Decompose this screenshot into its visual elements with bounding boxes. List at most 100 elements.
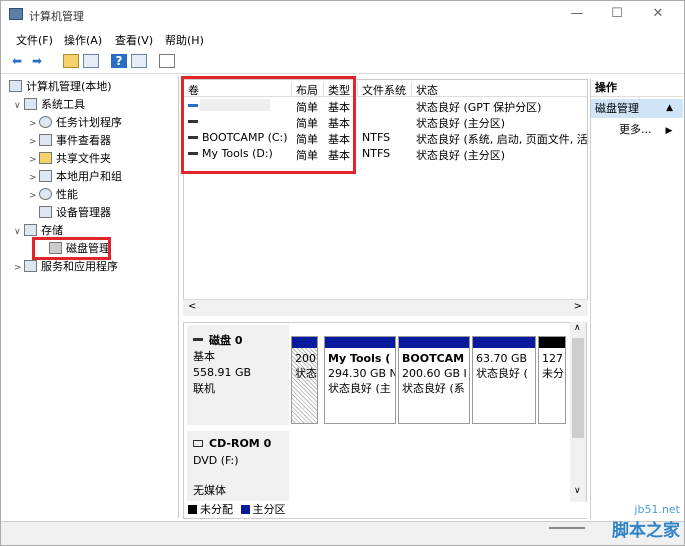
computer-icon bbox=[9, 80, 22, 92]
partition-bootcamp[interactable]: BOOTCAM 200.60 GB I 状态良好 (系 bbox=[398, 336, 470, 424]
col-filesystem[interactable]: 文件系统 bbox=[358, 82, 412, 97]
watermark-site: jb51.net bbox=[634, 503, 680, 516]
maximize-button[interactable]: ☐ bbox=[597, 1, 637, 29]
tree-task-scheduler-label: 任务计划程序 bbox=[56, 116, 122, 129]
chevron-right-icon[interactable]: > bbox=[29, 133, 39, 151]
scroll-right-icon[interactable]: > bbox=[574, 301, 582, 312]
tree-performance[interactable]: > 性能 bbox=[29, 186, 78, 204]
tree-system-tools[interactable]: ∨ 系统工具 bbox=[14, 96, 85, 114]
volume-list-header: 卷 布局 类型 文件系统 状态 bbox=[184, 80, 587, 97]
col-status[interactable]: 状态 bbox=[412, 82, 587, 97]
tree-system-tools-label: 系统工具 bbox=[41, 98, 85, 111]
disk0-size: 558.91 GB bbox=[193, 366, 252, 379]
status-divider bbox=[549, 527, 585, 529]
watermark-name: 脚本之家 bbox=[612, 521, 680, 541]
menu-help[interactable]: 帮助(H) bbox=[165, 32, 204, 48]
navigation-tree: 计算机管理(本地) ∨ 系统工具 > 任务计划程序 > 事件查看器 > 共享文件夹 > 本… bbox=[4, 76, 179, 518]
clock-icon bbox=[39, 116, 52, 128]
back-arrow-icon[interactable]: ⬅ bbox=[9, 54, 25, 68]
window-title: 计算机管理 bbox=[29, 10, 84, 23]
actions-more[interactable]: 更多... ▶ bbox=[619, 122, 672, 139]
partition-my-tools[interactable]: My Tools (294.30 GB N 状态良好 (主 bbox=[324, 336, 396, 424]
show-hide-tree-icon[interactable] bbox=[83, 54, 99, 68]
partition-recovery[interactable]: 63.70 GB 状态良好 ( bbox=[472, 336, 536, 424]
actions-disk-management[interactable]: 磁盘管理 ▲ bbox=[591, 99, 683, 118]
properties-icon[interactable] bbox=[131, 54, 147, 68]
disk-icon bbox=[193, 338, 203, 341]
table-row[interactable]: My Tools (D:) 简单 基本 NTFS 状态良好 (主分区) bbox=[184, 146, 587, 162]
unallocated-swatch bbox=[188, 505, 197, 514]
watermark: jb51.net 脚本之家 bbox=[612, 503, 680, 541]
tree-task-scheduler[interactable]: > 任务计划程序 bbox=[29, 114, 122, 132]
actions-pane: 操作 磁盘管理 ▲ 更多... ▶ bbox=[590, 79, 683, 519]
scroll-down-icon[interactable]: ∨ bbox=[574, 486, 581, 496]
volume-layout: 简单 bbox=[296, 101, 318, 114]
collapse-triangle-icon[interactable]: ▲ bbox=[666, 99, 673, 118]
chevron-right-icon[interactable]: > bbox=[14, 259, 24, 277]
tree-root-label: 计算机管理(本地) bbox=[26, 80, 112, 93]
status-bar bbox=[1, 521, 684, 545]
volume-status: 状态良好 (系统, 启动, 页面文件, 活动 bbox=[416, 133, 588, 146]
volume-icon bbox=[188, 136, 198, 139]
scroll-left-icon[interactable]: < bbox=[188, 301, 196, 312]
tree-shared-folders-label: 共享文件夹 bbox=[56, 152, 111, 165]
cdrom-label[interactable]: CD-ROM 0 DVD (F:) 无媒体 bbox=[187, 431, 289, 501]
menu-file[interactable]: 文件(F) bbox=[16, 32, 53, 48]
partition-status: 状态良好 (主 bbox=[328, 382, 391, 395]
col-layout[interactable]: 布局 bbox=[292, 82, 324, 97]
device-manager-icon bbox=[39, 206, 52, 218]
chevron-down-icon[interactable]: ∨ bbox=[14, 97, 24, 115]
tree-device-manager[interactable]: 设备管理器 bbox=[39, 204, 111, 222]
minimize-button[interactable]: — bbox=[557, 1, 597, 29]
partition-unallocated[interactable]: 127 未分 bbox=[538, 336, 566, 424]
col-volume[interactable]: 卷 bbox=[184, 82, 292, 97]
volume-type: 基本 bbox=[328, 133, 350, 146]
vertical-scrollbar[interactable]: ∧ ∨ bbox=[570, 322, 586, 518]
volume-name bbox=[200, 99, 270, 111]
horizontal-scrollbar[interactable]: < > bbox=[183, 299, 588, 316]
primary-swatch bbox=[240, 505, 250, 514]
tree-shared-folders[interactable]: > 共享文件夹 bbox=[29, 150, 111, 168]
cdrom-icon bbox=[193, 440, 203, 447]
forward-arrow-icon[interactable]: ➡ bbox=[29, 54, 45, 68]
scroll-thumb[interactable] bbox=[572, 338, 584, 438]
disk0-kind: 基本 bbox=[193, 350, 215, 363]
computer-management-icon bbox=[9, 8, 23, 20]
console-icon[interactable] bbox=[159, 54, 175, 68]
tree-storage[interactable]: ∨ 存储 bbox=[14, 222, 63, 240]
partition-small[interactable]: 200 状态 bbox=[291, 336, 318, 424]
partition-status: 状态良好 (系 bbox=[402, 382, 465, 395]
disk0-label[interactable]: 磁盘 0 基本 558.91 GB 联机 bbox=[187, 325, 289, 425]
tree-root[interactable]: 计算机管理(本地) bbox=[9, 78, 112, 96]
help-icon[interactable]: ? bbox=[111, 54, 127, 68]
chevron-right-icon[interactable]: > bbox=[29, 169, 39, 187]
col-type[interactable]: 类型 bbox=[324, 82, 358, 97]
up-folder-icon[interactable] bbox=[63, 54, 79, 68]
event-viewer-icon bbox=[39, 134, 52, 146]
tree-event-viewer[interactable]: > 事件查看器 bbox=[29, 132, 111, 150]
users-icon bbox=[39, 170, 52, 182]
scroll-up-icon[interactable]: ∧ bbox=[574, 323, 581, 333]
partition-size: 63.70 GB bbox=[476, 352, 528, 365]
menu-action[interactable]: 操作(A) bbox=[64, 32, 102, 48]
volume-type: 基本 bbox=[328, 149, 350, 162]
menu-view[interactable]: 查看(V) bbox=[115, 32, 153, 48]
volume-status: 状态良好 (主分区) bbox=[416, 117, 506, 130]
actions-more-label: 更多... bbox=[619, 123, 652, 136]
volume-layout: 简单 bbox=[296, 117, 318, 130]
chevron-right-icon[interactable]: > bbox=[29, 151, 39, 169]
table-row[interactable]: 简单 基本 状态良好 (GPT 保护分区) bbox=[184, 98, 587, 114]
toolbar: ⬅ ➡ ? bbox=[1, 49, 684, 74]
tree-local-users[interactable]: > 本地用户和组 bbox=[29, 168, 122, 186]
close-button[interactable]: ✕ bbox=[638, 1, 678, 29]
table-row[interactable]: 简单 基本 状态良好 (主分区) bbox=[184, 114, 587, 130]
actions-header: 操作 bbox=[591, 79, 683, 97]
chevron-down-icon[interactable]: ∨ bbox=[14, 223, 24, 241]
chevron-right-icon[interactable]: > bbox=[29, 187, 39, 205]
tree-services-apps[interactable]: > 服务和应用程序 bbox=[14, 258, 118, 276]
chevron-right-icon[interactable]: > bbox=[29, 115, 39, 133]
tree-disk-management-label: 磁盘管理 bbox=[66, 242, 110, 255]
tree-disk-management[interactable]: 磁盘管理 bbox=[49, 240, 110, 258]
tree-services-apps-label: 服务和应用程序 bbox=[41, 260, 118, 273]
table-row[interactable]: BOOTCAMP (C:) 简单 基本 NTFS 状态良好 (系统, 启动, 页… bbox=[184, 130, 588, 146]
